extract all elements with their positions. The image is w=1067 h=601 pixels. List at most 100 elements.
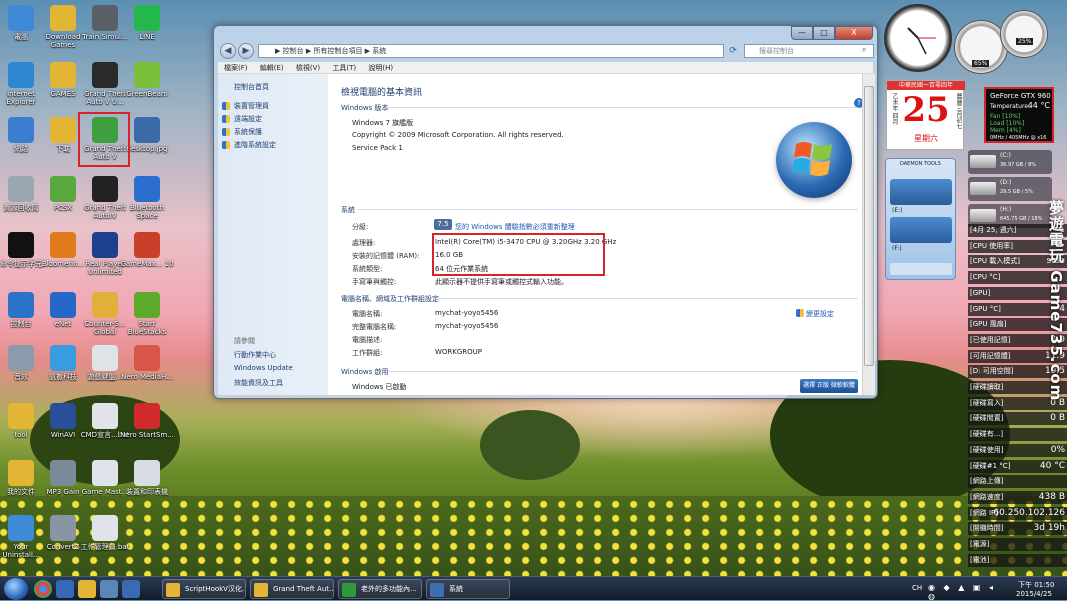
desktop-app-icon <box>134 345 160 371</box>
desktop-app-icon <box>8 403 34 429</box>
monitor-label: [CPU 載入模式] <box>970 257 1020 266</box>
drive-info: 36.97 GB / 8% <box>1000 162 1037 168</box>
hard-drive-icon <box>970 209 996 222</box>
desktop-icon[interactable]: GreenBeam <box>120 62 174 98</box>
change-settings-link[interactable]: 變更設定 <box>806 309 834 319</box>
daemon-drive-e[interactable] <box>890 179 952 205</box>
clock-time[interactable]: 下午 01:50 <box>1018 580 1054 590</box>
desktop-app-icon <box>92 232 118 258</box>
watermark-text: 夢遊電玩 Game735.com <box>1047 200 1065 402</box>
computer-name-label: 電腦名稱: <box>352 310 383 318</box>
taskbar-window-button[interactable]: 老外的多功能內... <box>338 579 422 599</box>
shield-icon <box>222 102 230 110</box>
calendar-gadget[interactable]: 中華民國一百零四年 乙未年 四月 25 星期六 農曆三月初七 <box>886 80 965 150</box>
monitor-row: [開機時間] 3d 19h <box>968 522 1067 536</box>
cpu-meter-gadget[interactable]: 65% 25% <box>954 10 1054 74</box>
desktop-app-icon <box>8 117 34 143</box>
clock-gadget[interactable] <box>884 4 952 72</box>
tray-icons[interactable]: ◉ ◆ ▲ ▣ ◂ ◍ <box>928 583 1004 601</box>
device-manager-link[interactable]: 裝置管理員 <box>234 101 269 111</box>
full-computer-name-value: mychat-yoyo5456 <box>435 322 499 330</box>
copyright-text: Copyright © 2009 Microsoft Corporation. … <box>352 131 564 139</box>
separator <box>438 298 858 299</box>
remote-settings-link[interactable]: 遠端設定 <box>234 114 262 124</box>
address-bar[interactable]: ▶ 控制台 ▶ 所有控制台項目 ▶ 系統 <box>258 44 724 58</box>
drive-item[interactable]: (C:) 36.97 GB / 8% <box>968 150 1052 174</box>
taskbar-window-button[interactable]: 系統 <box>426 579 510 599</box>
system-protection-link[interactable]: 系統保護 <box>234 127 262 137</box>
menu-tools[interactable]: 工具(T) <box>332 64 356 72</box>
media-player-icon[interactable] <box>56 580 74 598</box>
monitor-label: [網路上傳] <box>970 477 1004 486</box>
desktop-app-icon <box>8 232 34 258</box>
computer-name-value: mychat-yoyo5456 <box>435 309 499 317</box>
drive-label: (D:) <box>1000 179 1012 186</box>
desktop-app-icon <box>50 232 76 258</box>
desktop-app-icon <box>92 62 118 88</box>
monitor-label: [硬碟有...] <box>970 430 1004 439</box>
taskbar: ScriptHookV汉化... Grand Theft Aut... 老外的多功能… <box>0 576 1067 601</box>
drive-label: (C:) <box>1000 152 1011 159</box>
daemon-title: DAEMON TOOLS <box>900 161 941 167</box>
genuine-microsoft-badge[interactable]: 選擇 正版 微軟軟體 <box>800 379 858 393</box>
desktop-icon[interactable]: Bluetooth Space <box>120 176 174 220</box>
search-input[interactable]: 搜尋控制台 <box>744 44 874 58</box>
daemon-drive-f[interactable] <box>890 217 952 243</box>
language-indicator[interactable]: CH <box>912 584 922 592</box>
minimize-button[interactable]: — <box>791 26 813 40</box>
desktop-icon[interactable]: LINE <box>120 5 174 41</box>
maximize-button[interactable]: □ <box>813 26 835 40</box>
windows-update-link[interactable]: Windows Update <box>234 364 293 372</box>
menu-file[interactable]: 檔案(F) <box>224 64 248 72</box>
menu-edit[interactable]: 編輯(E) <box>260 64 284 72</box>
performance-tools-link[interactable]: 效能資訊及工具 <box>234 378 283 388</box>
monitor-row: [硬碟使用] 0% <box>968 443 1067 457</box>
desktop-icon[interactable]: 裝置和印表機 <box>120 460 174 496</box>
shield-icon <box>222 128 230 136</box>
monitor-label: [硬碟使用] <box>970 445 1004 454</box>
menu-view[interactable]: 檢視(V) <box>296 64 320 72</box>
vertical-scrollbar[interactable] <box>862 74 875 395</box>
monitor-label: [硬碟寫入] <box>970 398 1004 407</box>
gpu-mem: Mem [4%] <box>990 127 1021 134</box>
taskbar-window-label: 系統 <box>449 585 463 593</box>
workgroup-label: 工作群組: <box>352 349 383 357</box>
chrome-icon[interactable] <box>34 580 52 598</box>
refresh-icon[interactable]: ⟳ <box>726 44 740 58</box>
hard-drive-icon <box>970 155 996 168</box>
drive-item[interactable]: (D:) 29.5 GB / 5% <box>968 177 1052 201</box>
calendar-day: 25 <box>902 90 950 130</box>
search-icon[interactable]: ⌕ <box>862 45 866 55</box>
desktop-icon[interactable]: GameMax... 10 <box>120 232 174 268</box>
desktop-icon[interactable]: Nero StartSm... <box>120 403 174 439</box>
desktop-icon[interactable]: 工作管理員.bat <box>78 515 132 551</box>
advanced-settings-link[interactable]: 進階系統設定 <box>234 140 276 150</box>
show-desktop-icon[interactable] <box>100 580 118 598</box>
back-button[interactable]: ◀ <box>220 43 236 59</box>
control-panel-home-link[interactable]: 控制台首頁 <box>234 82 269 92</box>
gpu-gadget[interactable]: GeForce GTX 960 Temperature: 44 °C Fan [… <box>984 87 1054 143</box>
forward-button[interactable]: ▶ <box>238 43 254 59</box>
explorer-icon[interactable] <box>78 580 96 598</box>
monitor-label: [GPU °C] <box>970 304 1001 313</box>
menu-help[interactable]: 說明(H) <box>368 64 393 72</box>
desktop-app-icon <box>8 176 34 202</box>
action-center-link[interactable]: 行動作業中心 <box>234 350 276 360</box>
desktop-icon[interactable]: Nero MediaH... <box>120 345 174 381</box>
window-titlebar[interactable] <box>214 26 877 40</box>
taskbar-window-button[interactable]: ScriptHookV汉化... <box>162 579 246 599</box>
rating-link[interactable]: 您的 Windows 體驗指數必須重新整理 <box>455 222 575 232</box>
hard-drive-icon <box>970 182 996 195</box>
scrollbar-thumb[interactable] <box>864 86 874 366</box>
window-switcher-icon[interactable] <box>122 580 140 598</box>
taskbar-window-button[interactable]: Grand Theft Aut... <box>250 579 334 599</box>
clock-date[interactable]: 2015/4/25 <box>1016 590 1052 598</box>
desktop-icon-label: Start BlueStacks <box>127 320 167 336</box>
daemon-toolbar[interactable] <box>890 263 952 275</box>
start-button[interactable] <box>4 578 28 600</box>
desktop-icon[interactable]: Start BlueStacks <box>120 292 174 336</box>
close-button[interactable]: X <box>835 26 873 40</box>
daemon-tools-gadget[interactable]: DAEMON TOOLS (E:) (F:) <box>885 158 956 280</box>
monitor-label: [電源] <box>970 540 990 548</box>
calendar-left: 乙未年 四月 <box>891 93 898 125</box>
